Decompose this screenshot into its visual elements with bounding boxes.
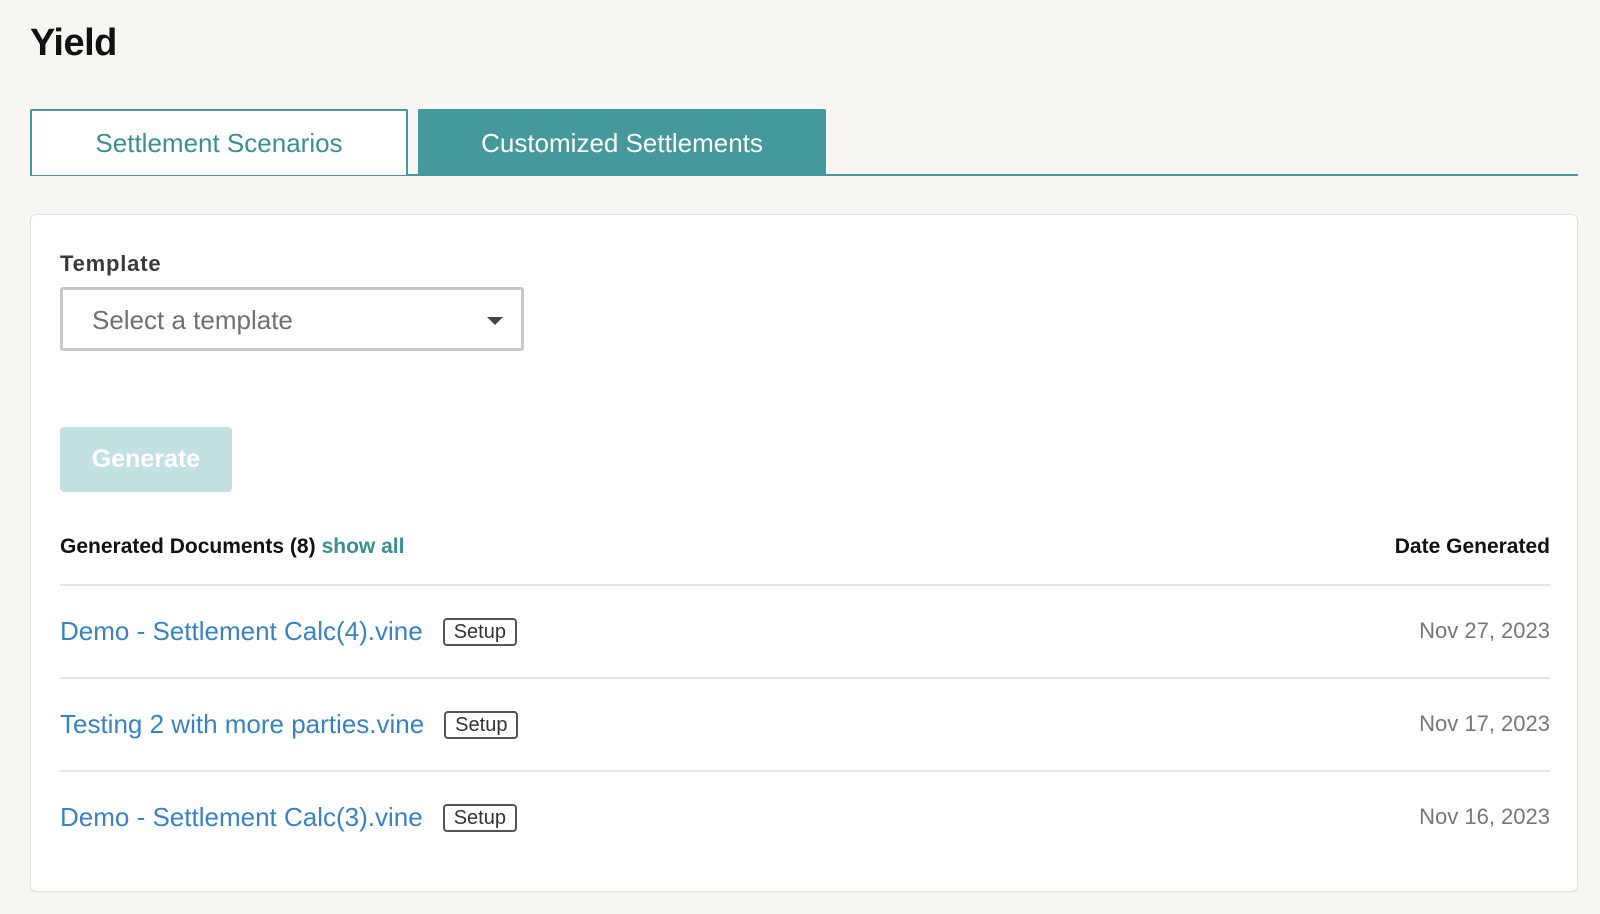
- caret-down-icon: [487, 317, 503, 325]
- page-title: Yield: [30, 22, 117, 64]
- tab-bar: Settlement Scenarios Customized Settleme…: [30, 109, 1578, 176]
- document-row: Testing 2 with more parties.vine Setup N…: [60, 677, 1550, 770]
- document-date: Nov 16, 2023: [1419, 804, 1550, 829]
- documents-list: Demo - Settlement Calc(4).vine Setup Nov…: [60, 584, 1550, 863]
- setup-badge: Setup: [442, 617, 517, 646]
- page: Yield Settlement Scenarios Customized Se…: [0, 0, 1600, 914]
- template-select-placeholder: Select a template: [92, 305, 293, 335]
- setup-badge: Setup: [442, 803, 517, 832]
- document-row: Demo - Settlement Calc(3).vine Setup Nov…: [60, 770, 1550, 863]
- document-row: Demo - Settlement Calc(4).vine Setup Nov…: [60, 584, 1550, 677]
- date-generated-heading: Date Generated: [1394, 535, 1550, 558]
- show-all-link[interactable]: show all: [322, 535, 405, 558]
- tab-customized-settlements[interactable]: Customized Settlements: [418, 109, 826, 175]
- document-date: Nov 27, 2023: [1419, 618, 1550, 643]
- generate-button[interactable]: Generate: [60, 427, 232, 492]
- template-label: Template: [60, 251, 162, 276]
- settlements-card: Template Select a template Generate Gene…: [30, 214, 1578, 892]
- documents-heading: Generated Documents (8): [60, 535, 316, 558]
- document-date: Nov 17, 2023: [1419, 711, 1550, 736]
- template-select[interactable]: Select a template: [60, 287, 524, 351]
- documents-header: Generated Documents (8) show all Date Gen…: [60, 535, 1550, 563]
- document-link[interactable]: Demo - Settlement Calc(4).vine: [60, 616, 423, 647]
- document-link[interactable]: Testing 2 with more parties.vine: [60, 709, 424, 740]
- setup-badge: Setup: [444, 710, 519, 739]
- tab-settlement-scenarios[interactable]: Settlement Scenarios: [30, 109, 408, 175]
- document-link[interactable]: Demo - Settlement Calc(3).vine: [60, 802, 423, 833]
